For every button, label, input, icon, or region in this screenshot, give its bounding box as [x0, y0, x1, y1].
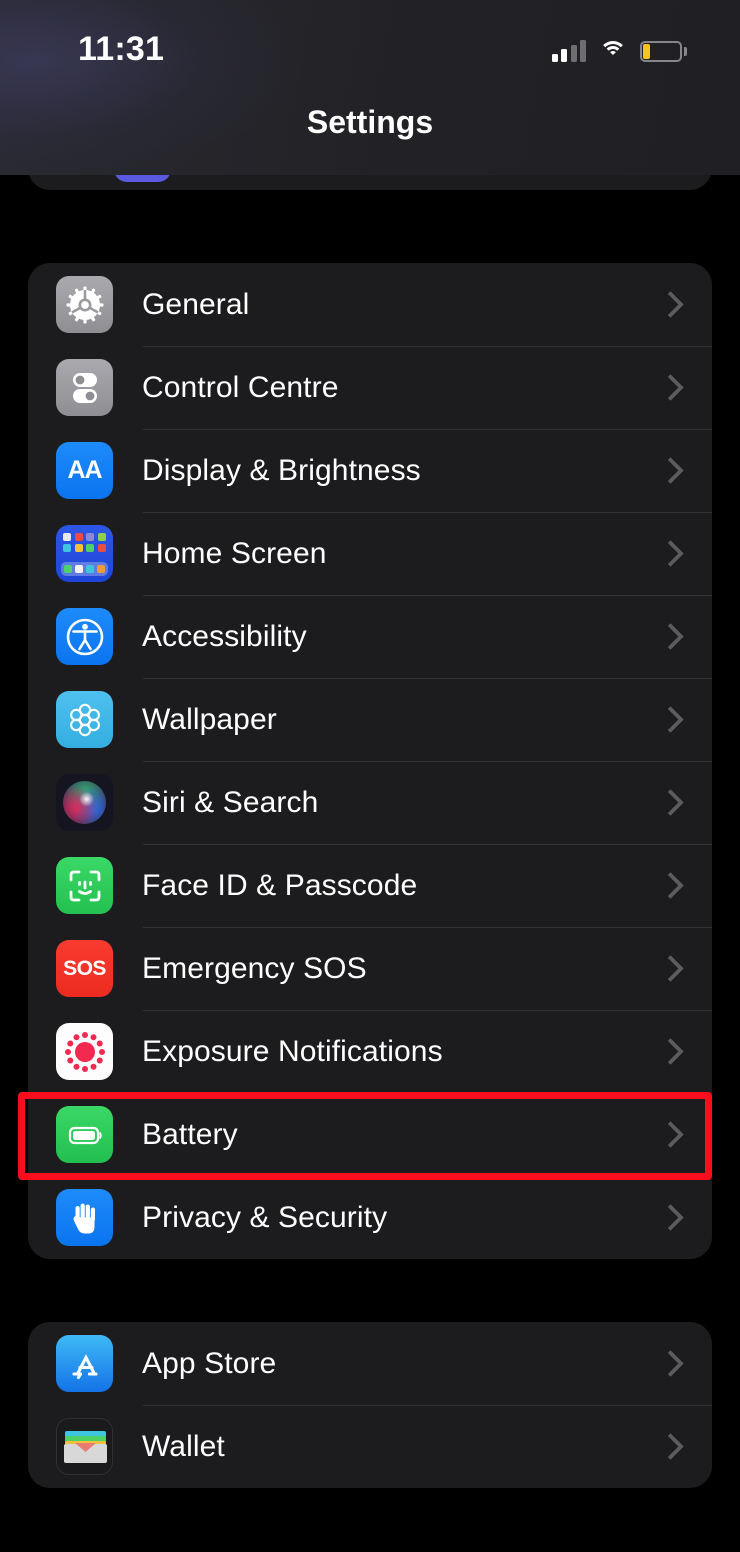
exposure-dots-icon	[56, 1023, 113, 1080]
chevron-right-icon	[660, 1350, 676, 1378]
sidebar-item-general[interactable]: General	[28, 263, 712, 346]
sidebar-item-siri-search[interactable]: Siri & Search	[28, 761, 712, 844]
sidebar-item-label: Privacy & Security	[142, 1200, 388, 1234]
sidebar-item-label: Face ID & Passcode	[142, 868, 418, 902]
toggles-icon	[56, 359, 113, 416]
cellular-signal-icon	[551, 40, 586, 62]
chevron-right-icon	[660, 872, 676, 900]
sidebar-item-exposure-notifications[interactable]: Exposure Notifications	[28, 1010, 712, 1093]
sidebar-item-control-centre[interactable]: Control Centre	[28, 346, 712, 429]
battery-green-icon	[56, 1106, 113, 1163]
sidebar-item-label: App Store	[142, 1346, 277, 1380]
chevron-right-icon	[660, 789, 676, 817]
chevron-right-icon	[660, 457, 676, 485]
sidebar-item-wallpaper[interactable]: Wallpaper	[28, 678, 712, 761]
sidebar-item-emergency-sos[interactable]: SOS Emergency SOS	[28, 927, 712, 1010]
siri-orb-icon	[56, 774, 113, 831]
navigation-header: 11:31 Settings	[0, 0, 740, 175]
sidebar-item-label: Siri & Search	[142, 785, 319, 819]
chevron-right-icon	[660, 1204, 676, 1232]
wifi-icon	[599, 40, 627, 62]
sos-icon: SOS	[56, 940, 113, 997]
sidebar-item-label: Emergency SOS	[142, 951, 367, 985]
wallet-icon	[56, 1418, 113, 1475]
settings-screen: General Control Centre AA Display & Brig…	[0, 0, 740, 1552]
app-grid-icon	[56, 525, 113, 582]
app-store-icon	[56, 1335, 113, 1392]
chevron-right-icon	[660, 1038, 676, 1066]
sidebar-item-accessibility[interactable]: Accessibility	[28, 595, 712, 678]
sidebar-item-label: Battery	[142, 1117, 238, 1151]
sidebar-item-home-screen[interactable]: Home Screen	[28, 512, 712, 595]
sidebar-item-wallet[interactable]: Wallet	[28, 1405, 712, 1488]
chevron-right-icon	[660, 1121, 676, 1149]
sidebar-item-label: Display & Brightness	[142, 453, 421, 487]
status-bar-indicators	[551, 40, 687, 62]
sidebar-item-app-store[interactable]: App Store	[28, 1322, 712, 1405]
flower-icon	[56, 691, 113, 748]
chevron-right-icon	[660, 291, 676, 319]
chevron-right-icon	[660, 374, 676, 402]
sidebar-item-label: Wallet	[142, 1429, 225, 1463]
hand-icon	[56, 1189, 113, 1246]
sidebar-item-label: Control Centre	[142, 370, 339, 404]
sidebar-item-battery[interactable]: Battery	[28, 1093, 712, 1176]
page-title: Settings	[306, 104, 434, 140]
face-id-icon	[56, 857, 113, 914]
chevron-right-icon	[660, 540, 676, 568]
sidebar-item-label: Exposure Notifications	[142, 1034, 443, 1068]
sidebar-item-label: Wallpaper	[142, 702, 277, 736]
text-size-aa-icon: AA	[56, 442, 113, 499]
apps-group: App Store Wallet	[28, 1322, 712, 1488]
chevron-right-icon	[660, 706, 676, 734]
sidebar-item-label: General	[142, 287, 250, 321]
chevron-right-icon	[660, 1433, 676, 1461]
sidebar-item-display-brightness[interactable]: AA Display & Brightness	[28, 429, 712, 512]
main-settings-group: General Control Centre AA Display & Brig…	[28, 263, 712, 1259]
sidebar-item-label: Home Screen	[142, 536, 327, 570]
sidebar-item-face-id-passcode[interactable]: Face ID & Passcode	[28, 844, 712, 927]
sidebar-item-privacy-security[interactable]: Privacy & Security	[28, 1176, 712, 1259]
chevron-right-icon	[660, 955, 676, 983]
gear-icon	[56, 276, 113, 333]
sidebar-item-label: Accessibility	[142, 619, 307, 653]
status-bar-time: 11:31	[78, 30, 165, 68]
battery-icon	[640, 40, 687, 62]
chevron-right-icon	[660, 623, 676, 651]
accessibility-person-icon	[56, 608, 113, 665]
